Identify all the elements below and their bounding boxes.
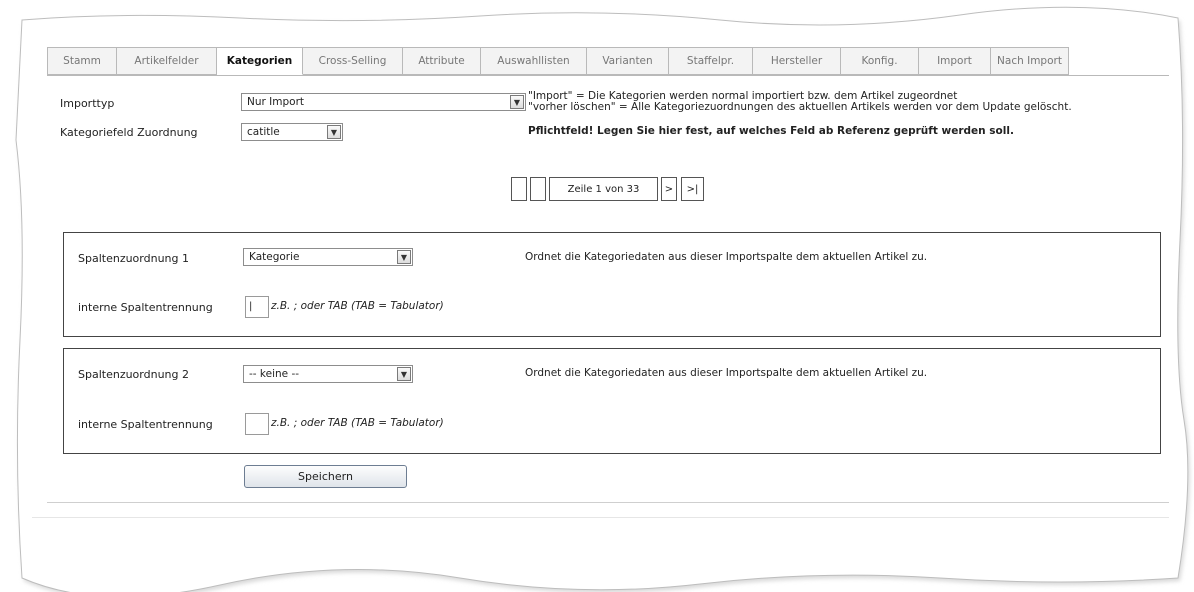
save-button[interactable]: Speichern xyxy=(244,465,407,488)
tab-auswahllisten[interactable]: Auswahllisten xyxy=(481,47,587,75)
column2-select[interactable]: -- keine -- ▼ xyxy=(243,365,413,383)
column1-separator-input[interactable]: | xyxy=(245,296,269,318)
chevron-down-icon: ▼ xyxy=(327,125,341,139)
importtyp-note-2: "vorher löschen" = Alle Kategoriezuordnu… xyxy=(528,101,1072,113)
column1-value: Kategorie xyxy=(249,251,300,263)
kategoriefeld-label: Kategoriefeld Zuordnung xyxy=(60,126,198,139)
tab-varianten[interactable]: Varianten xyxy=(587,47,669,75)
tab-import[interactable]: Import xyxy=(919,47,991,75)
pager-last-button[interactable]: >| xyxy=(681,177,704,201)
importtyp-value: Nur Import xyxy=(247,96,305,108)
tab-bar-underline xyxy=(47,75,1169,76)
importtyp-label: Importtyp xyxy=(60,97,115,110)
column2-value: -- keine -- xyxy=(249,368,300,380)
column2-label: Spaltenzuordnung 2 xyxy=(78,368,189,381)
tab-nach-import[interactable]: Nach Import xyxy=(991,47,1069,75)
column2-separator-input[interactable] xyxy=(245,413,269,435)
tab-stamm[interactable]: Stamm xyxy=(47,47,117,75)
chevron-down-icon: ▼ xyxy=(397,367,411,381)
pager-status: Zeile 1 von 33 xyxy=(549,177,658,201)
column-mapping-panel-1 xyxy=(63,232,1161,337)
tab-konfig[interactable]: Konfig. xyxy=(841,47,919,75)
tab-cross-selling[interactable]: Cross-Selling xyxy=(303,47,403,75)
column1-select[interactable]: Kategorie ▼ xyxy=(243,248,413,266)
tab-hersteller[interactable]: Hersteller xyxy=(753,47,841,75)
column1-note: Ordnet die Kategoriedaten aus dieser Imp… xyxy=(525,251,928,263)
tab-staffelpr[interactable]: Staffelpr. xyxy=(669,47,753,75)
column-mapping-panel-2 xyxy=(63,348,1161,454)
column1-label: Spaltenzuordnung 1 xyxy=(78,252,189,265)
kategoriefeld-note: Pflichtfeld! Legen Sie hier fest, auf we… xyxy=(528,125,1014,137)
kategoriefeld-value: catitle xyxy=(247,126,280,138)
importtyp-select[interactable]: Nur Import ▼ xyxy=(241,93,526,111)
chevron-down-icon: ▼ xyxy=(397,250,411,264)
pager-first-button[interactable] xyxy=(511,177,527,201)
tab-artikelfelder[interactable]: Artikelfelder xyxy=(117,47,217,75)
column2-separator-hint: z.B. ; oder TAB (TAB = Tabulator) xyxy=(271,417,444,429)
tab-kategorien[interactable]: Kategorien xyxy=(217,47,303,75)
chevron-down-icon: ▼ xyxy=(510,95,524,109)
content-bottom-divider xyxy=(47,502,1169,503)
column1-separator-label: interne Spaltentrennung xyxy=(78,301,213,314)
pager-next-button[interactable]: > xyxy=(661,177,677,201)
pager-prev-button[interactable] xyxy=(530,177,546,201)
column2-separator-label: interne Spaltentrennung xyxy=(78,418,213,431)
kategoriefeld-select[interactable]: catitle ▼ xyxy=(241,123,343,141)
tab-attribute[interactable]: Attribute xyxy=(403,47,481,75)
lower-divider xyxy=(32,517,1169,518)
column2-note: Ordnet die Kategoriedaten aus dieser Imp… xyxy=(525,367,928,379)
tab-bar: Stamm Artikelfelder Kategorien Cross-Sellin… xyxy=(47,47,1169,75)
column1-separator-hint: z.B. ; oder TAB (TAB = Tabulator) xyxy=(271,300,444,312)
